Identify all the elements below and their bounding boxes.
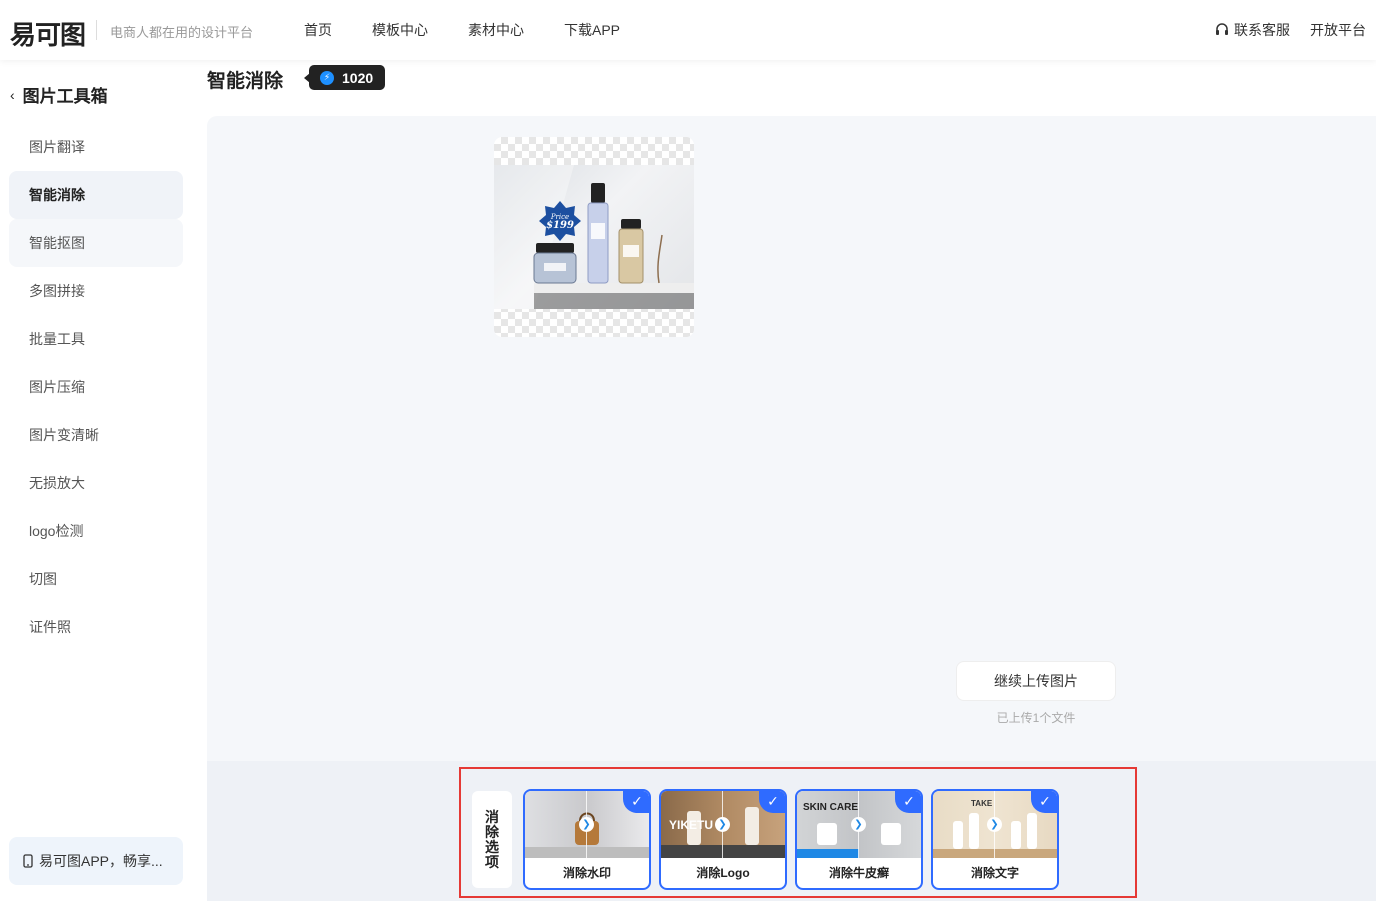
sidebar: ‹ 图片工具箱 图片翻译 智能消除 智能抠图 多图拼接 批量工具 图片压缩 图片…: [0, 60, 192, 901]
app-download-banner[interactable]: 易可图APP，畅享...: [9, 837, 183, 885]
page-title: 智能消除: [207, 71, 284, 92]
slogan: 电商人都在用的设计平台: [110, 25, 254, 40]
product-illustration: Price $199: [494, 165, 694, 309]
sidebar-item-upscale[interactable]: 无损放大: [9, 459, 183, 507]
open-platform-link[interactable]: 开放平台: [1310, 20, 1366, 40]
price-tag-value: $199: [546, 220, 574, 231]
compare-arrow-icon: ❯: [987, 817, 1002, 832]
compare-arrow-icon: ❯: [579, 817, 594, 832]
nav-materials[interactable]: 素材中心: [468, 20, 524, 40]
erase-options-label: 消除选项: [472, 791, 512, 888]
sidebar-item-batch[interactable]: 批量工具: [9, 315, 183, 363]
erase-option-cards: ❯ ✓ 消除水印 YIKETU ❯ ✓ 消除Logo SKIN CARE ❯ ✓…: [523, 789, 1059, 890]
compare-arrow-icon: ❯: [715, 817, 730, 832]
logo-overtext: YIKETU: [669, 818, 714, 832]
app-banner-text: 易可图APP，畅享...: [39, 853, 163, 869]
spam-overtext: SKIN CARE: [803, 802, 859, 813]
logo-divider: [96, 20, 97, 40]
uploaded-image-thumbnail[interactable]: Price $199: [494, 137, 694, 337]
sidebar-list: 图片翻译 智能消除 智能抠图 多图拼接 批量工具 图片压缩 图片变清晰 无损放大…: [9, 123, 183, 651]
chevron-left-icon: ‹: [10, 86, 15, 103]
sidebar-item-slice[interactable]: 切图: [9, 555, 183, 603]
lightning-icon: ⚡: [320, 70, 334, 85]
text-overtext: TAKE: [971, 799, 993, 808]
credits-badge[interactable]: ⚡ 1020: [303, 65, 386, 90]
sidebar-item-sharpen[interactable]: 图片变清晰: [9, 411, 183, 459]
nav-home[interactable]: 首页: [304, 20, 332, 40]
nav-templates[interactable]: 模板中心: [372, 20, 428, 40]
upload-status: 已上传1个文件: [996, 711, 1076, 725]
option-remove-text[interactable]: TAKE ❯ ✓ 消除文字: [931, 789, 1059, 890]
option-caption: 消除Logo: [696, 866, 750, 880]
option-caption: 消除水印: [562, 866, 611, 880]
contact-support-button[interactable]: 联系客服: [1214, 20, 1290, 40]
checkmark-icon: ✓: [623, 791, 649, 813]
toolbox-title: 图片工具箱: [22, 87, 108, 106]
logo[interactable]: 易可图: [10, 15, 86, 52]
option-remove-spam-ads[interactable]: SKIN CARE ❯ ✓ 消除牛皮癣: [795, 789, 923, 890]
sidebar-item-id-photo[interactable]: 证件照: [9, 603, 183, 651]
main-nav: 首页 模板中心 素材中心 下载APP: [304, 20, 660, 40]
workspace: Price $199 继续上传图片 已上传1个文件: [207, 116, 1376, 761]
top-header: 易可图 电商人都在用的设计平台 首页 模板中心 素材中心 下载APP 联系客服 …: [0, 0, 1376, 60]
sidebar-item-smart-erase[interactable]: 智能消除: [9, 171, 183, 219]
sidebar-item-logo-detect[interactable]: logo检测: [9, 507, 183, 555]
credits-count: 1020: [342, 69, 374, 86]
phone-icon: [23, 854, 33, 868]
headset-icon: [1216, 23, 1228, 35]
option-remove-logo[interactable]: YIKETU ❯ ✓ 消除Logo: [659, 789, 787, 890]
sidebar-item-cutout[interactable]: 智能抠图: [9, 219, 183, 267]
toolbox-back-button[interactable]: ‹ 图片工具箱: [10, 82, 108, 107]
support-label: 联系客服: [1234, 22, 1290, 38]
option-caption: 消除文字: [970, 866, 1019, 880]
checkmark-icon: ✓: [759, 791, 785, 813]
checkmark-icon: ✓: [895, 791, 921, 813]
product-photo: Price $199: [494, 165, 694, 309]
sidebar-item-collage[interactable]: 多图拼接: [9, 267, 183, 315]
compare-arrow-icon: ❯: [851, 817, 866, 832]
erase-options-label-text: 消除选项: [485, 808, 499, 870]
header-right: 联系客服 开放平台: [1214, 20, 1366, 40]
sidebar-item-translate[interactable]: 图片翻译: [9, 123, 183, 171]
erase-options-group: 消除选项 ❯ ✓ 消除水印 YIKETU ❯ ✓ 消除Logo SKIN CAR…: [459, 767, 1137, 898]
sidebar-item-compress[interactable]: 图片压缩: [9, 363, 183, 411]
nav-download-app[interactable]: 下载APP: [564, 20, 620, 40]
continue-upload-button[interactable]: 继续上传图片: [956, 661, 1116, 701]
option-caption: 消除牛皮癣: [828, 866, 889, 880]
option-remove-watermark[interactable]: ❯ ✓ 消除水印: [523, 789, 651, 890]
bottom-panel: 消除选项 ❯ ✓ 消除水印 YIKETU ❯ ✓ 消除Logo SKIN CAR…: [207, 761, 1376, 901]
checkmark-icon: ✓: [1031, 791, 1057, 813]
